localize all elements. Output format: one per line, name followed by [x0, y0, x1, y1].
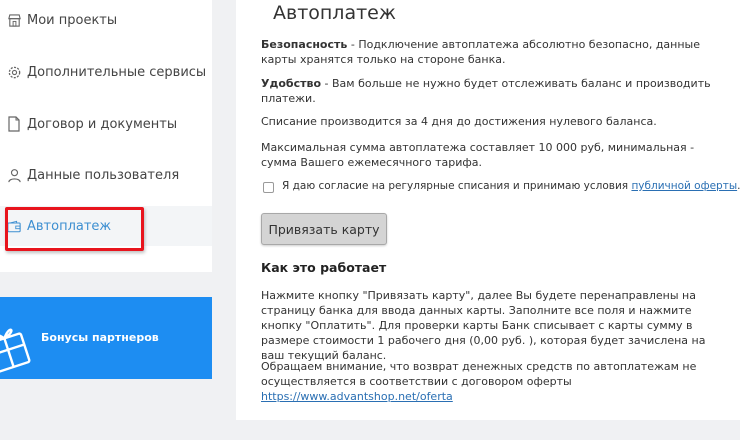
convenience-text: - Вам больше не нужно будет отслеживать … [261, 77, 711, 105]
sidebar-item-label: Автоплатеж [27, 218, 112, 234]
shop-icon [6, 12, 22, 28]
sidebar-item-label: Договор и документы [27, 116, 178, 132]
how-it-works-text: Нажмите кнопку "Привязать карту", далее … [261, 289, 706, 362]
sidebar-item-autopay[interactable]: Автоплатеж [0, 206, 212, 246]
sidebar-item-label: Данные пользователя [27, 167, 180, 183]
bind-card-button[interactable]: Привязать карту [261, 213, 387, 245]
sidebar-item-documents[interactable]: Договор и документы [0, 104, 212, 144]
consent-label: Я даю согласие на регулярные списания и … [282, 180, 740, 192]
document-icon [6, 116, 22, 132]
user-icon [6, 167, 22, 183]
sidebar: Мои проекты Дополнительные сервисы Догов… [0, 0, 212, 272]
consent-checkbox[interactable] [263, 182, 274, 193]
security-title: Безопасность [261, 38, 348, 51]
debit-info: Списание производится за 4 дня до достиж… [261, 115, 657, 128]
refund-paragraph: Обращаем внимание, что возврат денежных … [261, 359, 721, 404]
bonus-label: Бонусы партнеров [41, 331, 159, 344]
refund-text: Обращаем внимание, что возврат денежных … [261, 360, 697, 388]
amount-info: Максимальная сумма автоплатежа составляе… [261, 141, 695, 169]
wallet-icon [6, 218, 22, 234]
gear-icon [6, 64, 22, 80]
convenience-paragraph: Удобство - Вам больше не нужно будет отс… [261, 76, 731, 106]
public-offer-link[interactable]: публичной оферты [631, 180, 737, 192]
offer-url-link[interactable]: https://www.advantshop.net/oferta [261, 390, 453, 403]
sidebar-item-label: Дополнительные сервисы [27, 64, 207, 80]
consent-text: Я даю согласие на регулярные списания и … [282, 180, 632, 192]
security-paragraph: Безопасность - Подключение автоплатежа а… [261, 37, 711, 67]
sidebar-item-label: Мои проекты [27, 12, 118, 28]
gift-icon [0, 315, 34, 379]
sidebar-item-services[interactable]: Дополнительные сервисы [0, 52, 212, 92]
page-title: Автоплатеж [273, 2, 396, 24]
sidebar-item-projects[interactable]: Мои проекты [0, 0, 212, 40]
partner-bonus-banner[interactable]: Бонусы партнеров [0, 297, 212, 379]
how-it-works-title: Как это работает [261, 260, 387, 275]
autopay-panel: Автоплатеж Безопасность - Подключение ав… [236, 0, 740, 420]
sidebar-item-user-data[interactable]: Данные пользователя [0, 155, 212, 195]
convenience-title: Удобство [261, 77, 322, 90]
